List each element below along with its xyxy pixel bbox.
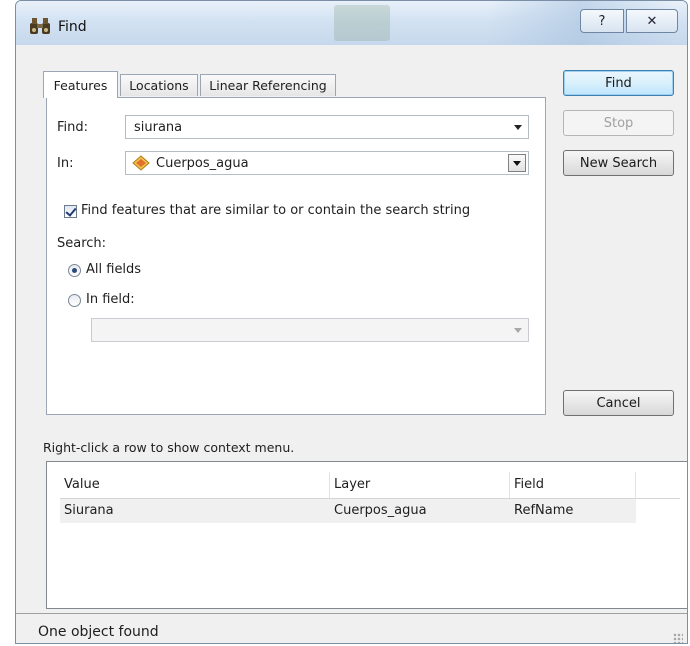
close-icon: ✕ bbox=[646, 13, 658, 29]
status-bar: One object found bbox=[16, 613, 687, 643]
tab-linear-referencing[interactable]: Linear Referencing bbox=[200, 74, 336, 96]
find-label: Find: bbox=[57, 120, 89, 135]
find-value: siurana bbox=[134, 120, 183, 135]
titlebar-background-decoration bbox=[334, 5, 390, 41]
table-row[interactable]: Siurana Cuerpos_agua RefName bbox=[60, 499, 636, 523]
all-fields-radio[interactable] bbox=[68, 264, 81, 277]
new-search-button-label: New Search bbox=[579, 155, 658, 171]
similar-checkbox-label: Find features that are similar to or con… bbox=[81, 203, 471, 218]
tab-label: Linear Referencing bbox=[209, 78, 327, 93]
new-search-button[interactable]: New Search bbox=[563, 150, 674, 176]
resize-grip-icon[interactable] bbox=[673, 633, 683, 643]
results-grid: Value Layer Field Siurana Cuerpos_agua R… bbox=[60, 472, 680, 523]
tab-locations[interactable]: Locations bbox=[120, 74, 198, 96]
find-button-label: Find bbox=[605, 75, 632, 91]
status-text: One object found bbox=[38, 624, 159, 640]
find-combobox[interactable]: siurana bbox=[125, 115, 529, 139]
similar-checkbox[interactable] bbox=[64, 205, 77, 218]
results-header: Value Layer Field bbox=[60, 472, 680, 499]
column-header-field[interactable]: Field bbox=[510, 472, 636, 498]
cancel-button[interactable]: Cancel bbox=[563, 390, 674, 416]
chevron-down-icon bbox=[514, 328, 522, 333]
stop-button-label: Stop bbox=[603, 115, 634, 131]
all-fields-label: All fields bbox=[86, 262, 142, 277]
in-label: In: bbox=[57, 156, 74, 171]
tab-label: Locations bbox=[129, 78, 189, 93]
stop-button[interactable]: Stop bbox=[563, 110, 674, 136]
cell-field: RefName bbox=[514, 503, 574, 518]
column-header-layer[interactable]: Layer bbox=[330, 472, 510, 498]
find-button[interactable]: Find bbox=[563, 70, 674, 96]
in-value: Cuerpos_agua bbox=[156, 156, 249, 171]
features-panel: Find: siurana In: Cuerpos_agua Find feat… bbox=[46, 97, 546, 415]
window-title: Find bbox=[58, 19, 87, 35]
chevron-down-icon[interactable] bbox=[514, 125, 522, 130]
in-field-select[interactable] bbox=[91, 318, 529, 342]
help-button[interactable]: ? bbox=[580, 9, 624, 33]
dropdown-button[interactable] bbox=[508, 154, 526, 172]
column-header-value[interactable]: Value bbox=[60, 472, 330, 498]
close-button[interactable]: ✕ bbox=[626, 9, 678, 33]
find-dialog: Find ? ✕ Features Locations Linear Refer… bbox=[15, 0, 688, 644]
in-field-radio[interactable] bbox=[68, 294, 81, 307]
tab-features[interactable]: Features bbox=[43, 71, 118, 98]
in-field-label: In field: bbox=[86, 292, 135, 307]
polygon-layer-icon bbox=[132, 155, 150, 171]
cell-layer: Cuerpos_agua bbox=[334, 503, 427, 518]
cell-value: Siurana bbox=[64, 503, 114, 518]
results-list[interactable]: Value Layer Field Siurana Cuerpos_agua R… bbox=[46, 461, 687, 609]
tab-label: Features bbox=[53, 77, 108, 93]
binoculars-icon bbox=[30, 18, 50, 34]
help-icon: ? bbox=[598, 13, 606, 29]
search-label: Search: bbox=[57, 236, 107, 251]
context-menu-hint: Right-click a row to show context menu. bbox=[43, 440, 295, 455]
cancel-button-label: Cancel bbox=[596, 395, 641, 411]
in-layer-select[interactable]: Cuerpos_agua bbox=[125, 151, 529, 175]
title-bar[interactable]: Find ? ✕ bbox=[16, 1, 687, 45]
